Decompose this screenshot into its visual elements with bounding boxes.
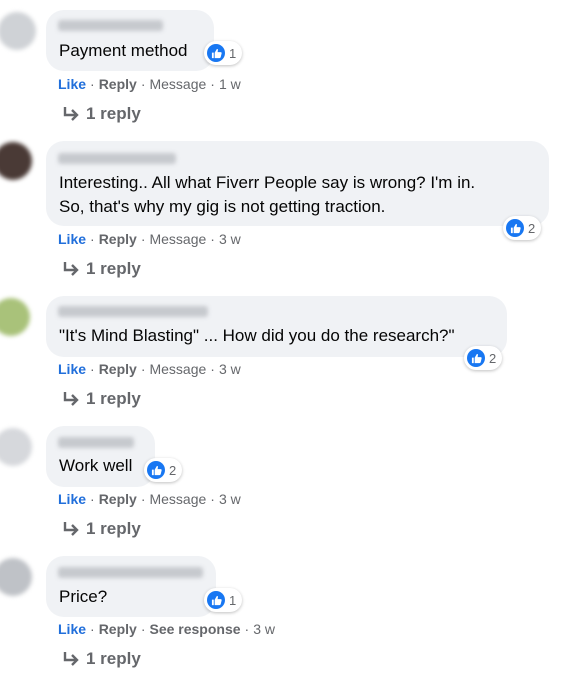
like-link[interactable]: Like [58, 491, 86, 507]
like-link[interactable]: Like [58, 76, 86, 92]
like-reaction-icon [147, 461, 165, 479]
reaction-badge[interactable]: 2 [464, 346, 503, 370]
reply-arrow-icon [63, 262, 79, 276]
like-reaction-icon [467, 349, 485, 367]
reaction-count: 1 [229, 592, 237, 608]
comment-bubble: "It's Mind Blasting" ... How did you do … [46, 296, 507, 357]
message-link[interactable]: Message [149, 361, 206, 377]
view-replies[interactable]: 1 reply [62, 649, 141, 669]
reply-arrow-icon [63, 652, 79, 666]
timestamp[interactable]: 3 w [219, 361, 241, 377]
view-replies[interactable]: 1 reply [62, 104, 141, 124]
comment-bubble: Work well [46, 426, 155, 487]
comment-text: Price? [59, 587, 108, 606]
reply-link[interactable]: Reply [99, 361, 137, 377]
comment-actions: Like · Reply · See response · 3 w [58, 621, 276, 637]
reply-link[interactable]: Reply [99, 76, 137, 92]
like-reaction-icon [207, 591, 225, 609]
like-reaction-icon [207, 44, 225, 62]
replies-label: 1 reply [86, 519, 141, 538]
comment-text: Work well [59, 456, 133, 475]
avatar[interactable] [0, 558, 32, 596]
like-link[interactable]: Like [58, 231, 86, 247]
reply-arrow-icon [63, 107, 79, 121]
like-link[interactable]: Like [58, 621, 86, 637]
replies-label: 1 reply [86, 389, 141, 408]
reaction-count: 1 [229, 45, 237, 61]
view-replies[interactable]: 1 reply [62, 519, 141, 539]
replies-label: 1 reply [86, 259, 141, 278]
comment-actions: Like · Reply · Message · 1 w [58, 76, 241, 92]
timestamp[interactable]: 1 w [219, 76, 241, 92]
like-link[interactable]: Like [58, 361, 86, 377]
replies-label: 1 reply [86, 649, 141, 668]
author-name[interactable] [58, 437, 134, 448]
view-replies[interactable]: 1 reply [62, 259, 141, 279]
comment-bubble: Payment method [46, 10, 214, 71]
comment-actions: Like · Reply · Message · 3 w [58, 491, 241, 507]
view-replies[interactable]: 1 reply [62, 389, 141, 409]
replies-label: 1 reply [86, 104, 141, 123]
avatar[interactable] [0, 142, 32, 180]
author-name[interactable] [58, 20, 163, 31]
reply-link[interactable]: Reply [99, 621, 137, 637]
message-link[interactable]: Message [149, 76, 206, 92]
reply-link[interactable]: Reply [99, 491, 137, 507]
reaction-count: 2 [528, 220, 536, 236]
avatar[interactable] [0, 12, 36, 50]
comment-actions: Like · Reply · Message · 3 w [58, 361, 241, 377]
comment-bubble: Price? [46, 556, 216, 617]
timestamp[interactable]: 3 w [219, 491, 241, 507]
timestamp[interactable]: 3 w [219, 231, 241, 247]
author-name[interactable] [58, 153, 176, 164]
reaction-badge[interactable]: 2 [144, 458, 183, 482]
message-link[interactable]: Message [149, 231, 206, 247]
reaction-count: 2 [169, 462, 177, 478]
see-response-link[interactable]: See response [149, 621, 240, 637]
comment-text: Payment method [59, 41, 188, 60]
comment-text: So, that's why my gig is not getting tra… [59, 197, 386, 216]
comment-text: Interesting.. All what Fiverr People say… [59, 173, 476, 192]
comment-bubble: Interesting.. All what Fiverr People say… [46, 141, 549, 226]
author-name[interactable] [58, 306, 208, 317]
like-reaction-icon [506, 219, 524, 237]
message-link[interactable]: Message [149, 491, 206, 507]
reaction-badge[interactable]: 2 [503, 216, 542, 240]
reply-arrow-icon [63, 392, 79, 406]
avatar[interactable] [0, 428, 32, 466]
avatar[interactable] [0, 298, 30, 336]
reaction-badge[interactable]: 1 [204, 588, 243, 612]
author-name[interactable] [58, 567, 203, 578]
comment-actions: Like · Reply · Message · 3 w [58, 231, 241, 247]
reply-link[interactable]: Reply [99, 231, 137, 247]
comment-text: "It's Mind Blasting" ... How did you do … [59, 326, 455, 345]
timestamp[interactable]: 3 w [253, 621, 275, 637]
reply-arrow-icon [63, 522, 79, 536]
reaction-badge[interactable]: 1 [204, 41, 243, 65]
reaction-count: 2 [489, 350, 497, 366]
